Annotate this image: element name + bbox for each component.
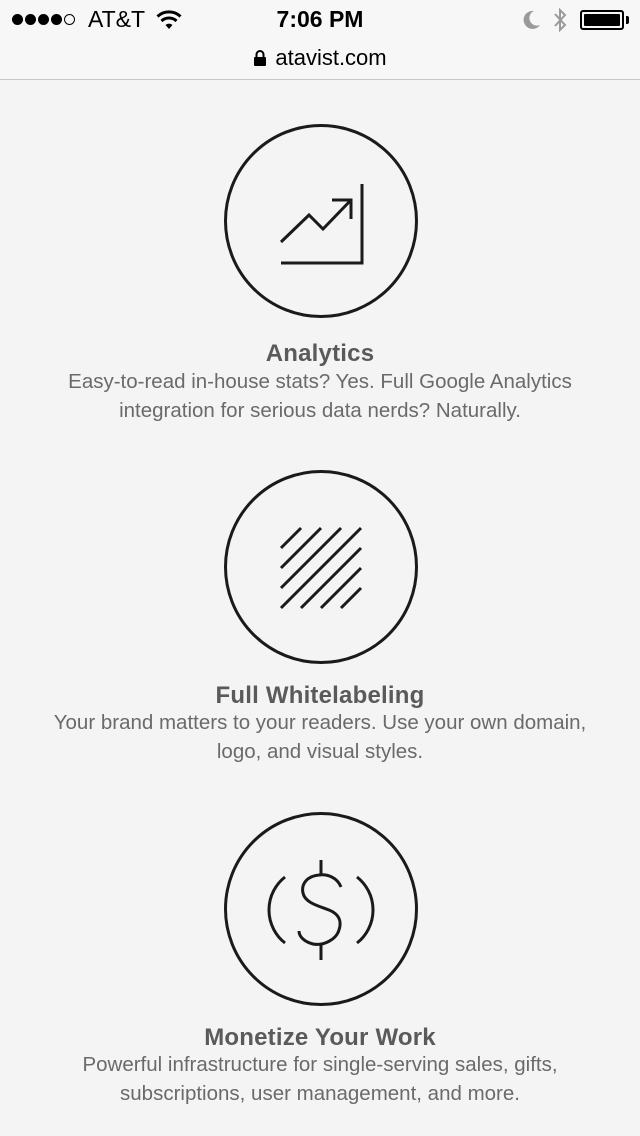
feature-description: Powerful infrastructure for single-servi…	[20, 1050, 620, 1108]
feature-title: Full Whitelabeling	[215, 682, 425, 709]
description-line: integration for serious data nerds? Natu…	[119, 399, 521, 422]
moon-icon	[523, 10, 540, 29]
description-line: logo, and visual styles.	[216, 740, 424, 763]
status-time: 7:06 PM	[276, 6, 364, 32]
battery-cap	[626, 16, 629, 24]
battery-level	[584, 14, 620, 26]
feature-title: Analytics	[265, 340, 375, 367]
lock-icon	[254, 49, 267, 66]
dollar-sign-graphic	[267, 860, 375, 960]
analytics-chart-icon	[224, 124, 418, 318]
feature-title: Monetize Your Work	[204, 1024, 436, 1051]
page-url[interactable]: atavist.com	[275, 45, 386, 71]
description-line: Powerful infrastructure for single-servi…	[82, 1053, 558, 1076]
whitelabel-stripes-icon	[224, 470, 418, 664]
whitelabel-stripes-graphic	[279, 526, 363, 610]
address-bar[interactable]: atavist.com	[0, 40, 640, 80]
analytics-chart-graphic	[279, 184, 364, 265]
battery-icon	[580, 10, 624, 30]
bluetooth-icon	[554, 7, 567, 33]
description-line: Your brand matters to your readers. Use …	[53, 711, 587, 734]
description-line: Easy-to-read in-house stats? Yes. Full G…	[68, 370, 572, 393]
description-line: subscriptions, user management, and more…	[120, 1082, 520, 1105]
feature-description: Easy-to-read in-house stats? Yes. Full G…	[20, 367, 620, 425]
status-bar: AT&T 7:06 PM	[0, 0, 640, 40]
feature-description: Your brand matters to your readers. Use …	[20, 708, 620, 766]
dollar-sign-icon	[224, 812, 418, 1006]
